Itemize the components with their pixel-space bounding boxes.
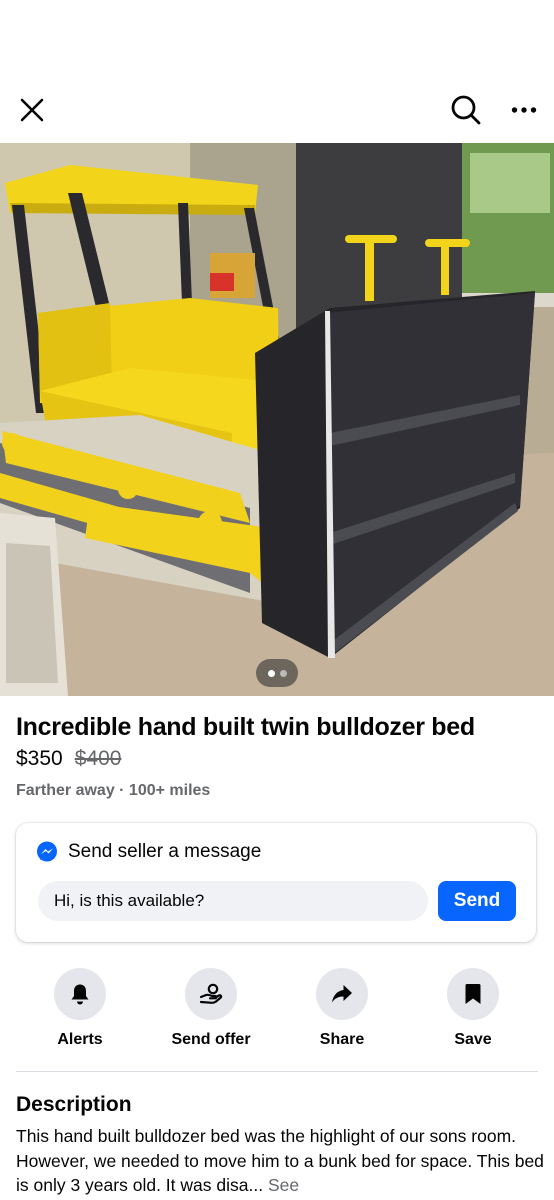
send-offer-circle[interactable]: [185, 968, 237, 1020]
share-button[interactable]: Share: [292, 968, 392, 1050]
listing-photo[interactable]: [0, 143, 554, 696]
listing-title: Incredible hand built twin bulldozer bed: [16, 713, 475, 741]
carousel-indicator[interactable]: [256, 659, 298, 687]
action-buttons: Alerts Send offer Share Save: [0, 968, 554, 1058]
save-button[interactable]: Save: [423, 968, 523, 1050]
more-options-button[interactable]: [504, 90, 544, 130]
bulldozer-bed-image: [0, 143, 554, 696]
share-circle[interactable]: [316, 968, 368, 1020]
description-text: This hand built bulldozer bed was the hi…: [16, 1124, 546, 1198]
carousel-dot: [279, 669, 287, 677]
more-horizontal-icon: [511, 107, 537, 113]
offer-hand-icon: [199, 983, 223, 1004]
send-offer-button[interactable]: Send offer: [161, 968, 261, 1050]
bell-icon: [71, 984, 89, 1005]
message-heading-row: Send seller a message: [36, 841, 261, 863]
location-text: Farther away · 100+ miles: [16, 782, 211, 799]
messenger-icon: [37, 841, 57, 862]
send-button[interactable]: Send: [438, 881, 516, 921]
section-divider: [16, 1071, 538, 1072]
alerts-circle[interactable]: [54, 968, 106, 1020]
close-button[interactable]: [12, 90, 52, 130]
price: $350: [16, 747, 63, 770]
share-arrow-icon: [332, 985, 352, 1003]
price-row: $350 $400: [16, 745, 121, 773]
original-price: $400: [74, 747, 122, 770]
message-heading: Send seller a message: [68, 841, 262, 862]
share-label: Share: [319, 1031, 365, 1048]
see-more-link[interactable]: See: [268, 1175, 299, 1195]
message-input[interactable]: [38, 881, 428, 921]
search-icon: [451, 95, 481, 125]
message-seller-card: Send seller a message Send: [16, 823, 536, 942]
description-heading: Description: [16, 1093, 132, 1116]
alerts-button[interactable]: Alerts: [30, 968, 130, 1050]
save-label: Save: [454, 1031, 492, 1048]
search-button[interactable]: [444, 88, 488, 132]
top-bar: [0, 0, 554, 143]
send-offer-label: Send offer: [171, 1031, 251, 1048]
close-icon: [20, 98, 44, 122]
alerts-label: Alerts: [57, 1031, 103, 1048]
carousel-dot-active: [267, 669, 275, 677]
save-circle[interactable]: [447, 968, 499, 1020]
bookmark-icon: [465, 984, 481, 1004]
